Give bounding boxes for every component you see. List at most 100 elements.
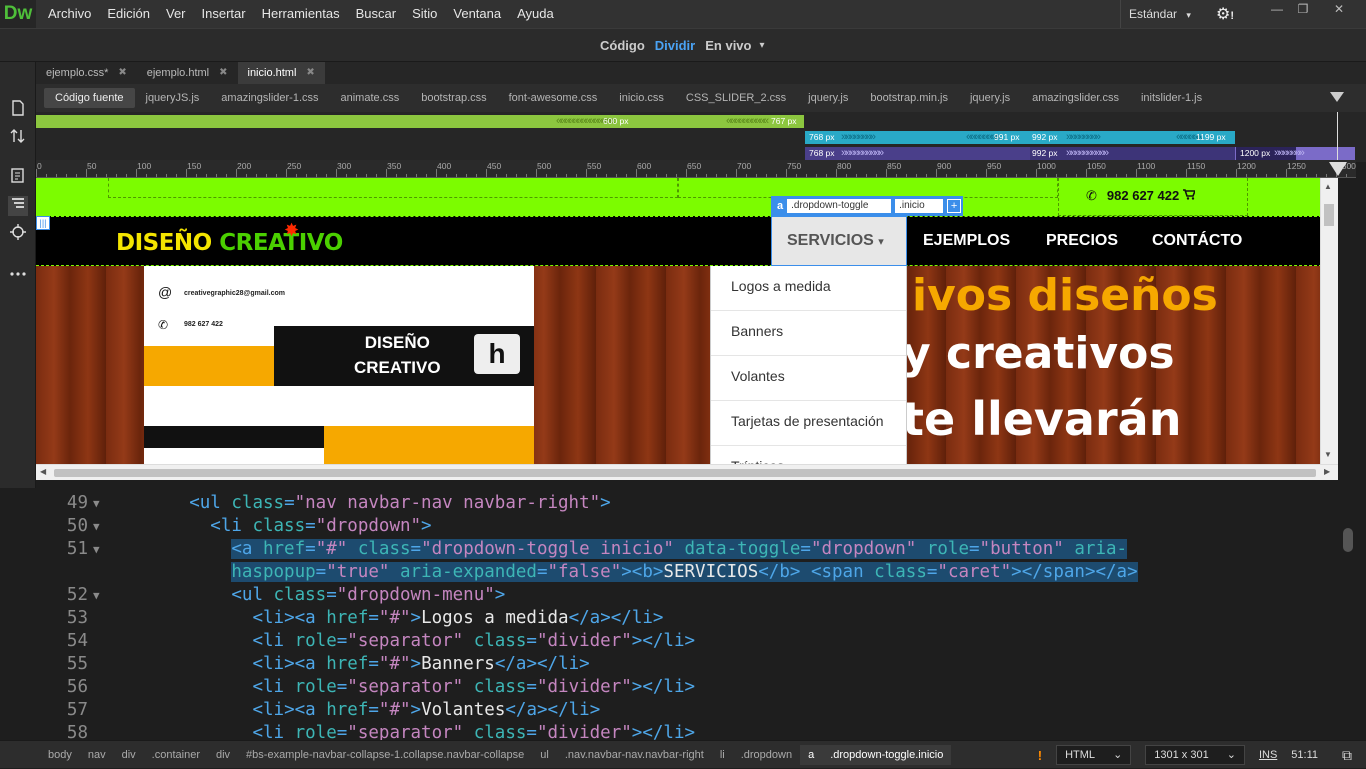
menu-herramientas[interactable]: Herramientas (254, 0, 348, 28)
close-button[interactable]: ✕ (1328, 2, 1350, 18)
dropdown-item[interactable]: Tarjetas de presentación (711, 401, 906, 446)
live-view-canvas[interactable]: ✆ 982 627 422 DISEÑO CREATIVO ✸ SERVICIOS… (36, 178, 1338, 464)
live-view-horizontal-scrollbar[interactable]: ◀ ▶ (36, 464, 1338, 480)
related-file-item[interactable]: amazingslider-1.css (210, 88, 329, 108)
viewport-handle-icon[interactable] (1329, 162, 1347, 176)
scroll-up-icon[interactable]: ▲ (1324, 182, 1332, 191)
viewport-width-marker[interactable] (1337, 112, 1338, 162)
class-chip-dropdown-toggle[interactable]: .dropdown-toggle (787, 199, 892, 213)
menu-sitio[interactable]: Sitio (404, 0, 445, 28)
menu-buscar[interactable]: Buscar (348, 0, 404, 28)
add-class-button[interactable]: + (947, 199, 962, 213)
code-line[interactable]: 53 <li><a href="#">Logos a medida</a></l… (36, 607, 1336, 630)
sort-arrows-icon[interactable] (8, 128, 28, 148)
site-logo[interactable]: DISEÑO CREATIVO ✸ (116, 220, 343, 256)
properties-icon[interactable] (8, 168, 28, 188)
live-view-button[interactable]: En vivo (705, 38, 751, 53)
dropdown-item[interactable]: Volantes (711, 356, 906, 401)
more-options-icon[interactable] (8, 264, 28, 284)
nav-precios[interactable]: PRECIOS (1046, 232, 1118, 250)
related-file-item[interactable]: CSS_SLIDER_2.css (675, 88, 797, 108)
preview-icon[interactable]: ⧉ (1342, 747, 1352, 764)
breadcrumb-item[interactable]: li (712, 745, 733, 765)
menu-ayuda[interactable]: Ayuda (509, 0, 562, 28)
document-type-select[interactable]: HTML ⌄ (1056, 745, 1132, 765)
related-file-item[interactable]: animate.css (330, 88, 411, 108)
related-file-item[interactable]: jquery.js (797, 88, 859, 108)
related-file-item[interactable]: inicio.css (608, 88, 675, 108)
fold-toggle-icon[interactable]: ▼ (93, 538, 100, 561)
breadcrumb-item[interactable]: #bs-example-navbar-collapse-1.collapse.n… (238, 745, 532, 765)
tab-inicio-html[interactable]: inicio.html ✖ (237, 62, 325, 84)
chevron-down-icon[interactable]: ▾ (759, 40, 764, 53)
nav-contacto[interactable]: CONTÁCTO (1152, 232, 1242, 250)
code-line[interactable]: 52 ▼ <ul class="dropdown-menu"> (36, 584, 1336, 607)
element-selector-badge[interactable]: a .dropdown-toggle .inicio + (771, 196, 964, 216)
code-line[interactable]: haspopup="true" aria-expanded="false"><b… (36, 561, 1336, 584)
code-vertical-scrollbar[interactable] (1340, 488, 1356, 740)
code-line[interactable]: 51 ▼ <a href="#" class="dropdown-toggle i… (36, 538, 1336, 561)
filter-icon[interactable] (1330, 92, 1344, 102)
phone-contact[interactable]: ✆ 982 627 422 (1086, 188, 1197, 204)
breadcrumb-item[interactable]: nav (80, 745, 114, 765)
related-file-item[interactable]: bootstrap.css (410, 88, 497, 108)
breadcrumb-item[interactable]: ul (532, 745, 557, 765)
menu-insertar[interactable]: Insertar (194, 0, 254, 28)
related-file-item[interactable]: jquery.js (959, 88, 1021, 108)
scroll-left-icon[interactable]: ◀ (40, 467, 46, 476)
scroll-thumb[interactable] (1343, 528, 1353, 552)
insert-mode-indicator[interactable]: INS (1259, 749, 1277, 761)
warning-icon[interactable]: ! (1038, 748, 1042, 763)
menu-ver[interactable]: Ver (158, 0, 194, 28)
code-line[interactable]: 56 <li role="separator" class="divider">… (36, 676, 1336, 699)
source-code-button[interactable]: Código fuente (44, 88, 135, 108)
close-icon[interactable]: ✖ (219, 62, 227, 84)
scroll-thumb[interactable] (1324, 204, 1334, 226)
mq-bar-992-1200[interactable] (1030, 147, 1235, 160)
breadcrumb-item[interactable]: .dropdown (733, 745, 800, 765)
related-file-item[interactable]: initslider-1.js (1130, 88, 1213, 108)
breadcrumb-item[interactable]: body (40, 745, 80, 765)
dom-panel-icon[interactable] (8, 196, 28, 216)
code-line[interactable]: 54 <li role="separator" class="divider">… (36, 630, 1336, 653)
gear-icon[interactable]: ⚙! (1216, 4, 1234, 24)
class-chip-inicio[interactable]: .inicio (895, 199, 944, 213)
file-icon[interactable] (8, 100, 28, 120)
target-icon[interactable] (8, 224, 28, 244)
dropdown-item[interactable]: Logos a medida (711, 266, 906, 311)
scroll-thumb[interactable] (54, 469, 1316, 477)
related-file-item[interactable]: bootstrap.min.js (859, 88, 959, 108)
fold-toggle-icon[interactable]: ▼ (93, 584, 100, 607)
dropdown-item[interactable]: Trípticos (711, 446, 906, 464)
scroll-down-icon[interactable]: ▼ (1324, 450, 1332, 459)
code-line[interactable]: 55 <li><a href="#">Banners</a></li> (36, 653, 1336, 676)
breadcrumb-item[interactable]: div (208, 745, 238, 765)
breadcrumb-item[interactable]: .dropdown-toggle.inicio (822, 744, 952, 765)
menu-edicion[interactable]: Edición (99, 0, 158, 28)
restore-button[interactable]: ❐ (1292, 2, 1314, 18)
tab-ejemplo-html[interactable]: ejemplo.html ✖ (137, 62, 238, 84)
mq-bar-max-767[interactable] (36, 115, 804, 128)
fold-toggle-icon[interactable]: ▼ (93, 492, 100, 515)
code-view-button[interactable]: Código (600, 38, 645, 53)
workspace-layout-select[interactable]: Estándar ▾ (1120, 0, 1200, 28)
breadcrumb-item[interactable]: a (800, 744, 823, 765)
scroll-right-icon[interactable]: ▶ (1324, 467, 1330, 476)
mq-bar-768-992[interactable] (805, 147, 1030, 160)
related-file-item[interactable]: font-awesome.css (498, 88, 609, 108)
tab-ejemplo-css[interactable]: ejemplo.css* ✖ (36, 62, 137, 84)
breadcrumb-item[interactable]: div (114, 745, 144, 765)
code-editor[interactable]: 49 ▼ <ul class="nav navbar-nav navbar-rig… (36, 488, 1366, 740)
menu-ventana[interactable]: Ventana (445, 0, 509, 28)
code-line[interactable]: 57 <li><a href="#">Volantes</a></li> (36, 699, 1336, 722)
code-line[interactable]: 50 ▼ <li class="dropdown"> (36, 515, 1336, 538)
menu-archivo[interactable]: Archivo (40, 0, 99, 28)
fold-toggle-icon[interactable]: ▼ (93, 515, 100, 538)
dropdown-item[interactable]: Banners (711, 311, 906, 356)
related-file-item[interactable]: jqueryJS.js (135, 88, 211, 108)
breadcrumb-item[interactable]: .container (144, 745, 208, 765)
live-view-vertical-scrollbar[interactable]: ▲ ▼ (1320, 178, 1338, 464)
related-file-item[interactable]: amazingslider.css (1021, 88, 1130, 108)
code-line[interactable]: 49 ▼ <ul class="nav navbar-nav navbar-rig… (36, 492, 1336, 515)
code-line[interactable]: 58 <li role="separator" class="divider">… (36, 722, 1336, 740)
